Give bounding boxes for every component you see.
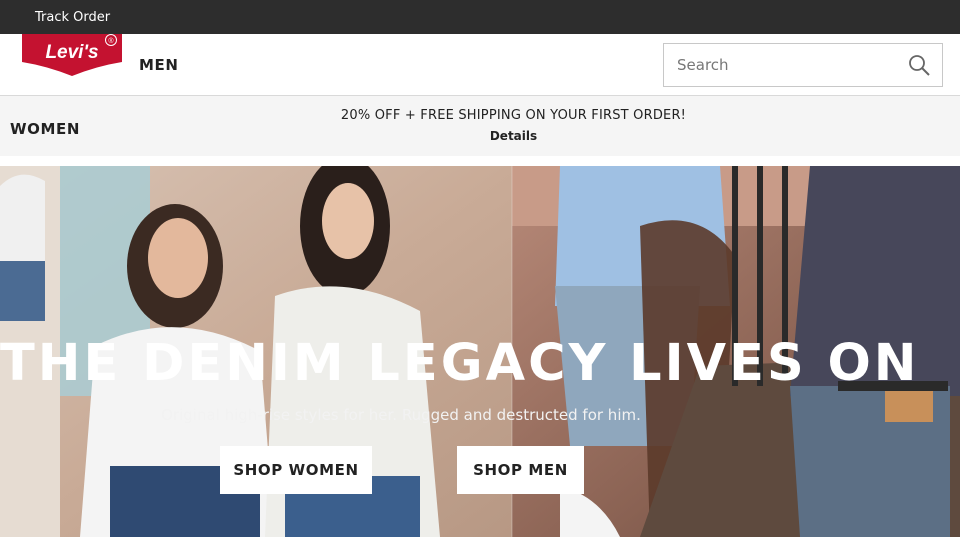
hero-banner: THE DENIM LEGACY LIVES ON Original high-… xyxy=(0,166,960,537)
search-box xyxy=(663,43,943,87)
promo-details-link[interactable]: Details xyxy=(0,129,960,143)
hero-headline: THE DENIM LEGACY LIVES ON xyxy=(0,334,920,393)
levis-logo[interactable]: Levi's ® xyxy=(22,34,122,76)
track-order-link[interactable]: Track Order xyxy=(35,10,110,25)
search-button[interactable] xyxy=(906,53,932,79)
promo-message: 20% OFF + FREE SHIPPING ON YOUR FIRST OR… xyxy=(340,108,687,123)
hero-subline: Original high-rise styles for her. Rugge… xyxy=(161,406,641,424)
nav-men[interactable]: MEN xyxy=(139,56,179,74)
logo-text: Levi's xyxy=(45,42,98,63)
registered-mark: ® xyxy=(108,37,114,45)
search-input[interactable] xyxy=(664,44,894,86)
search-icon xyxy=(909,55,930,76)
utility-bar: Track Order xyxy=(0,0,960,34)
shop-women-button[interactable]: SHOP WOMEN xyxy=(220,446,372,494)
site-header: Levi's ® MEN xyxy=(0,34,960,96)
promo-bar: WOMEN 20% OFF + FREE SHIPPING ON YOUR FI… xyxy=(0,96,960,156)
shop-men-button[interactable]: SHOP MEN xyxy=(457,446,584,494)
